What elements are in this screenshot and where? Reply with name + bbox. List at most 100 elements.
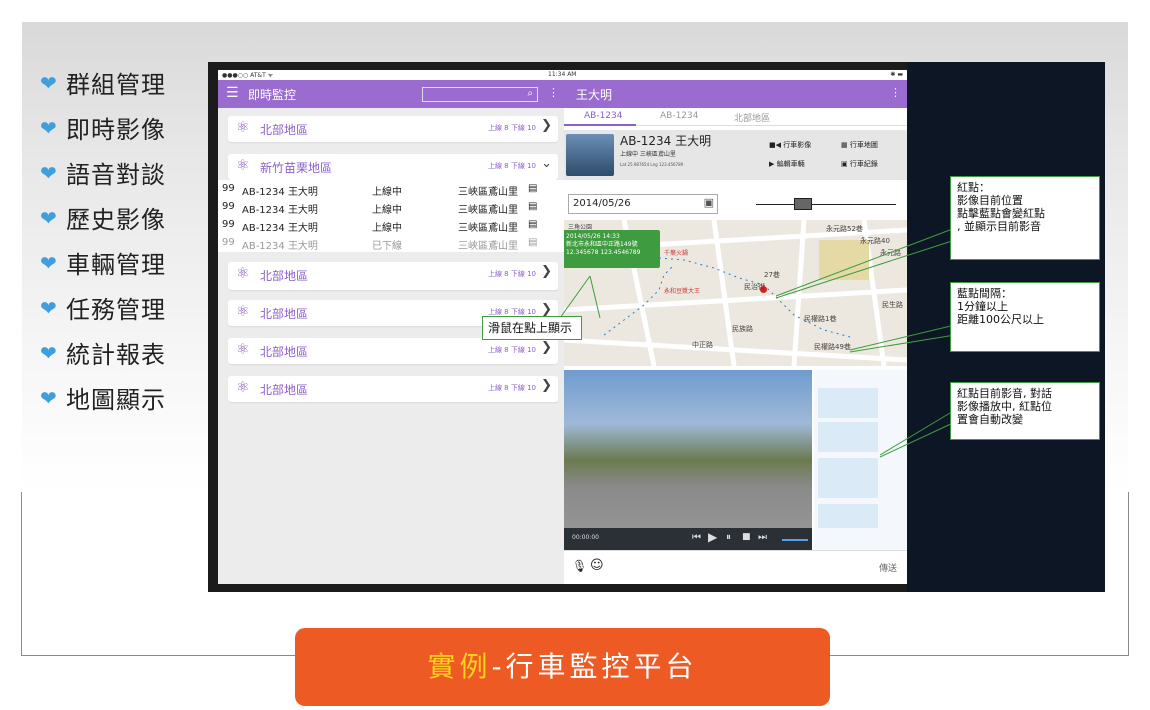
popup-line: 12.345678 123.4546789 (566, 249, 641, 256)
video-button[interactable]: ■◀ 行車影像 (769, 140, 811, 150)
document-icon[interactable]: ▤ (528, 201, 537, 212)
document-icon[interactable]: ▤ (528, 237, 537, 248)
heart-icon: ❤ (40, 160, 57, 185)
hamburger-menu-icon[interactable]: ☰ (226, 85, 239, 101)
chevron-right-icon[interactable]: ❯ (541, 302, 552, 317)
menu-item-label: 即時影像 (66, 116, 166, 144)
map-label: 民族路 (732, 325, 753, 333)
date-field[interactable]: 2014/05/26 ▣ (568, 194, 718, 214)
time-slider-thumb[interactable] (794, 198, 812, 210)
right-more-icon[interactable]: ⋮ (890, 86, 901, 99)
vehicle-status: 上線中 (372, 205, 402, 216)
document-icon[interactable]: ▤ (528, 183, 537, 194)
vehicle-num: 99 (222, 183, 235, 194)
left-more-icon[interactable]: ⋮ (548, 86, 559, 99)
pause-icon[interactable]: ⏸ (726, 532, 731, 543)
vehicle-location: 三峽區鳶山里 (458, 241, 518, 252)
menu-item[interactable]: ❤ 群組管理 (40, 60, 166, 105)
record-button[interactable]: ▣ 行車紀錄 (841, 159, 878, 169)
emoji-icon[interactable]: ☺ (590, 558, 604, 573)
send-button[interactable]: 傳送 (879, 561, 897, 574)
heart-icon: ❤ (40, 115, 57, 140)
vehicle-num: 99 (222, 237, 235, 248)
group-card[interactable]: ⚛ 北部地區 上線 8 下線 10 ❯ (228, 116, 558, 142)
chevron-right-icon[interactable]: ❯ (541, 340, 552, 355)
chevron-right-icon[interactable]: ❯ (541, 378, 552, 393)
chevron-down-icon[interactable]: ⌄ (541, 156, 552, 171)
group-card[interactable]: ⚛ 新竹苗栗地區 上線 8 下線 10 ⌄ (228, 154, 558, 180)
vehicle-location: 三峽區鳶山里 (458, 223, 518, 234)
red-dot-callout: 紅點： 影像目前位置 點擊藍點會變紅點 , 並顯示目前影音 (950, 176, 1100, 260)
map-label: 永和豆漿大王 (664, 288, 701, 295)
menu-item-label: 歷史影像 (66, 206, 166, 234)
group-name: 北部地區 (260, 383, 309, 397)
tab-plate-1[interactable]: AB-1234 (584, 111, 622, 121)
tab-plate-2[interactable]: AB-1234 (660, 111, 698, 121)
menu-item[interactable]: ❤ 車輛管理 (40, 240, 166, 285)
group-card[interactable]: ⚛ 北部地區 上線 8 下線 10 ❯ (228, 262, 558, 290)
vehicle-status: 已下線 (372, 241, 402, 252)
vehicle-row[interactable]: 99 AB-1234 王大明 上線中 三峽區鳶山里 ▤ (218, 198, 564, 216)
right-header-title: 王大明 (576, 88, 613, 102)
vehicle-status: 上線中 (372, 187, 402, 198)
play-icon[interactable]: ▶ (708, 530, 717, 544)
search-icon[interactable]: ⌕ (527, 88, 533, 99)
volume-slider[interactable] (782, 539, 808, 541)
tab-bar: AB-1234 AB-1234 北部地區 (564, 108, 907, 126)
network-icon: ⚛ (236, 302, 250, 320)
vehicle-row[interactable]: 99 AB-1234 王大明 上線中 三峽區鳶山里 ▤ (218, 216, 564, 234)
vehicle-num: 99 (222, 219, 235, 230)
menu-item[interactable]: ❤ 歷史影像 (40, 195, 166, 240)
heart-icon: ❤ (40, 70, 57, 95)
vehicle-row[interactable]: 99 AB-1234 王大明 已下線 三峽區鳶山里 ▤ (218, 234, 564, 252)
active-tab-indicator (564, 124, 636, 126)
group-card[interactable]: ⚛ 北部地區 上線 8 下線 10 ❯ (228, 338, 558, 364)
time-slider-track[interactable] (756, 204, 896, 205)
carrier-text: ●●●○○ AT&T ᯤ (222, 72, 274, 79)
microphone-icon[interactable]: 🎙 (572, 559, 587, 573)
document-icon[interactable]: ▤ (528, 219, 537, 230)
left-header-title: 即時監控 (248, 88, 297, 102)
group-name: 北部地區 (260, 345, 309, 359)
vehicle-card-status: 上線中 三峽區鳶山里 (620, 151, 676, 158)
heart-icon: ❤ (40, 250, 57, 275)
menu-item[interactable]: ❤ 任務管理 (40, 285, 166, 330)
chat-log (814, 370, 907, 550)
video-sync-callout: 紅點目前影音, 對話 影像播放中, 紅點位 置會自動改變 (950, 382, 1100, 440)
chevron-right-icon[interactable]: ❯ (541, 118, 552, 133)
stop-icon[interactable]: ■ (742, 532, 751, 542)
video-player[interactable]: 00:00:00 ⏮ ▶ ⏸ ■ ⏭ (564, 370, 812, 550)
vehicle-location: 三峽區鳶山里 (458, 187, 518, 198)
menu-item-label: 統計報表 (66, 341, 166, 369)
map-button[interactable]: ▦ 行車地圖 (841, 140, 878, 150)
map-label: 永元路52巷 (826, 225, 863, 233)
status-bar: ●●●○○ AT&T ᯤ 11:34 AM ✱ ▬ (218, 70, 907, 80)
map-view[interactable]: 永元路52巷 永元路40 永元路 民生路 民權路1巷 民權路49巷 永和豆漿大王… (564, 220, 907, 366)
network-icon: ⚛ (236, 340, 250, 358)
battery-icon: ✱ ▬ (890, 71, 903, 78)
group-card[interactable]: ⚛ 北部地區 上線 8 下線 10 ❯ (228, 376, 558, 402)
edit-vehicle-button[interactable]: ▶ 編輯車輛 (769, 159, 805, 169)
menu-item[interactable]: ❤ 統計報表 (40, 330, 166, 375)
chat-input-bar: 🎙 ☺ 傳送 (564, 550, 907, 584)
calendar-icon[interactable]: ▣ (704, 196, 714, 209)
group-name: 北部地區 (260, 307, 309, 321)
date-value: 2014/05/26 (573, 198, 631, 209)
chat-bubble (818, 422, 878, 452)
menu-item[interactable]: ❤ 即時影像 (40, 105, 166, 150)
next-icon[interactable]: ⏭ (758, 532, 767, 543)
truck-photo (566, 134, 614, 176)
tab-region[interactable]: 北部地區 (734, 111, 770, 124)
network-icon: ⚛ (236, 264, 250, 282)
previous-icon[interactable]: ⏮ (692, 532, 701, 543)
menu-item[interactable]: ❤ 地圖顯示 (40, 375, 166, 420)
chat-bubble (818, 504, 878, 528)
search-input[interactable]: ⌕ (422, 87, 538, 102)
chat-bubble (818, 388, 878, 418)
menu-item[interactable]: ❤ 語音對談 (40, 150, 166, 195)
frame-bottom-left-line (21, 655, 295, 656)
vehicle-row[interactable]: 99 AB-1234 王大明 上線中 三峽區鳶山里 ▤ (218, 180, 564, 198)
chevron-right-icon[interactable]: ❯ (541, 264, 552, 279)
map-label: 千葉火鍋 (664, 250, 689, 257)
vehicle-card: AB-1234 王大明 上線中 三峽區鳶山里 Lat 25.987654 Lng… (564, 130, 907, 180)
